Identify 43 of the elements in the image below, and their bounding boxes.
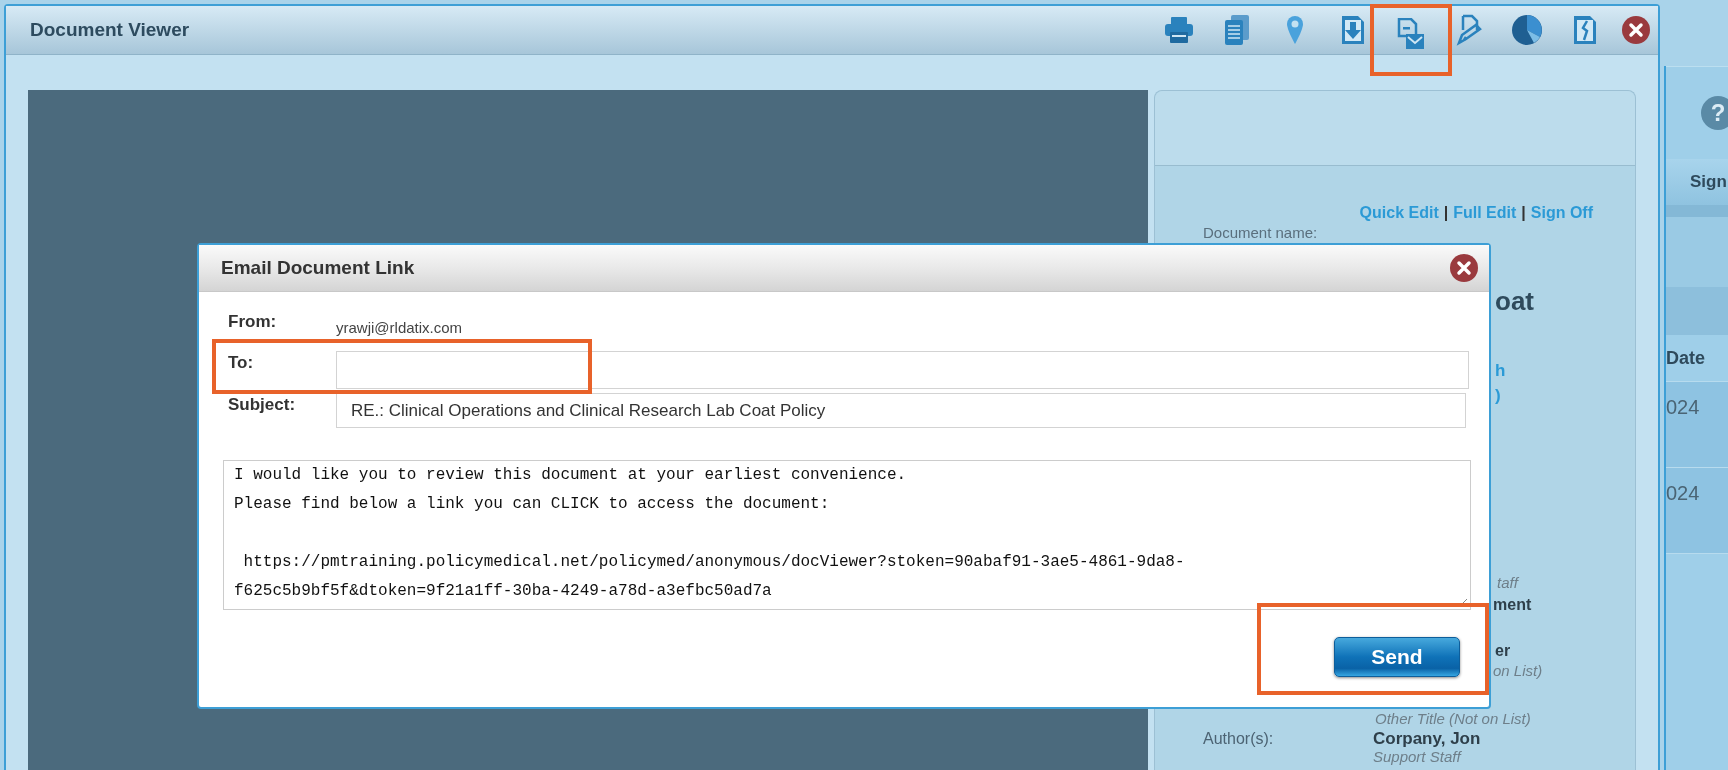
documents-icon[interactable] <box>1224 14 1250 46</box>
role-text: taff <box>1497 574 1518 591</box>
action-link[interactable]: Quick Edit <box>1359 203 1439 222</box>
to-field[interactable] <box>336 351 1469 389</box>
document-envelope-icon[interactable] <box>1397 18 1425 50</box>
role-text: Other Title (Not on List) <box>1375 710 1531 727</box>
close-icon[interactable] <box>1621 15 1651 45</box>
field-label: From: <box>228 311 278 332</box>
field-label: To: <box>228 351 336 373</box>
dialog-title: Email Document Link <box>221 257 416 279</box>
split-document-icon[interactable] <box>1572 15 1598 45</box>
field-label: Author(s): <box>1203 729 1275 748</box>
help-icon[interactable]: ? <box>1700 95 1728 131</box>
message-field[interactable]: I would like you to review this document at your earliest convenience. Please find below a link you can CLICK to access the document: https://pmtraining.policymedical.net/policymed/anonymous/docViewer?stoken=90abaf91-3ae5-4861-9da8-f625c5b9bf5f&dtoken=9f21a1ff-30ba-4249-a78d-a3efbc50ad7a <box>223 460 1471 610</box>
separator-text: | <box>1443 203 1449 222</box>
table-cell: 024 <box>1666 468 1728 554</box>
author-name: Corpany, Jon <box>1373 729 1482 748</box>
subject-field[interactable]: RE.: Clinical Operations and Clinical Research Lab Coat Policy <box>336 393 1466 428</box>
window-title: Document Viewer <box>30 19 191 41</box>
document-title-text: oat <box>1495 286 1534 316</box>
action-link[interactable]: Full Edit <box>1453 203 1517 222</box>
column-header: Sign <box>1666 159 1728 205</box>
link-text[interactable]: ) <box>1495 386 1501 406</box>
role-text: on List) <box>1493 662 1543 679</box>
table-cell: 024 <box>1666 382 1728 468</box>
field-label: Subject: <box>228 394 297 415</box>
table-row <box>1666 287 1728 335</box>
link-text[interactable]: h <box>1495 361 1506 381</box>
document-pen-icon[interactable] <box>1455 14 1483 46</box>
close-icon[interactable] <box>1449 253 1479 283</box>
toolbar-button[interactable] <box>1370 4 1452 76</box>
map-pin-icon[interactable] <box>1285 15 1305 45</box>
send-button[interactable]: Send <box>1334 637 1460 677</box>
field-label: Document name: <box>1203 224 1319 241</box>
printer-icon[interactable] <box>1164 16 1194 44</box>
pie-chart-icon[interactable] <box>1511 14 1543 46</box>
action-link[interactable]: Sign Off <box>1530 203 1593 222</box>
download-document-icon[interactable] <box>1340 15 1366 45</box>
separator-text: | <box>1521 203 1526 222</box>
name-text: er <box>1495 641 1511 660</box>
role-text: Support Staff <box>1373 748 1463 765</box>
sender-email: yrawji@rldatix.com <box>336 318 463 336</box>
name-text: ment <box>1493 595 1532 614</box>
